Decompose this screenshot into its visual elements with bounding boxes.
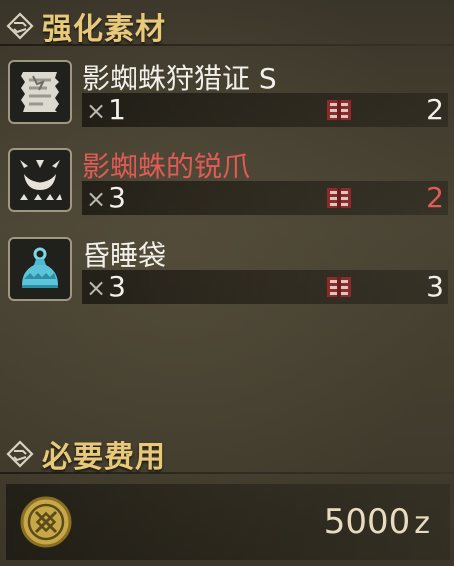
quantity-bar: ×1 2 xyxy=(82,93,448,127)
item-box-icon xyxy=(327,188,351,208)
material-item-1[interactable]: 影蜘蛛狩猎证 S ×1 2 xyxy=(6,57,452,129)
cost-title: 必要费用 xyxy=(42,440,166,475)
quantity-bar: ×3 2 xyxy=(82,181,448,215)
owned-quantity: 3 xyxy=(426,270,444,303)
cost-row: 5000 z xyxy=(6,484,450,560)
sleep-sac-icon xyxy=(8,237,72,301)
divider xyxy=(0,472,454,474)
owned-quantity: 2 xyxy=(426,181,444,214)
required-quantity: ×3 xyxy=(86,181,126,214)
owned-quantity: 2 xyxy=(426,93,444,126)
item-box-icon xyxy=(327,277,351,297)
cost-header: 必要费用 xyxy=(0,434,454,475)
item-name: 影蜘蛛狩猎证 S xyxy=(82,62,277,95)
claw-icon xyxy=(8,148,72,212)
material-item-2[interactable]: 影蜘蛛的锐爪 ×3 2 xyxy=(6,145,452,217)
divider xyxy=(0,44,454,46)
materials-header: 强化素材 xyxy=(0,6,454,47)
item-name: 影蜘蛛的锐爪 xyxy=(82,150,251,183)
section-diamond-icon xyxy=(6,12,34,40)
required-quantity: ×1 xyxy=(86,93,126,126)
item-name: 昏睡袋 xyxy=(82,239,167,272)
ticket-icon xyxy=(8,60,72,124)
item-box-icon xyxy=(327,100,351,120)
zenny-coin-icon xyxy=(20,496,72,548)
cost-amount: 5000 z xyxy=(323,502,430,542)
materials-title: 强化素材 xyxy=(42,12,166,47)
section-diamond-icon xyxy=(6,440,34,468)
quantity-bar: ×3 3 xyxy=(82,270,448,304)
material-item-3[interactable]: 昏睡袋 ×3 3 xyxy=(6,234,452,306)
required-quantity: ×3 xyxy=(86,270,126,303)
